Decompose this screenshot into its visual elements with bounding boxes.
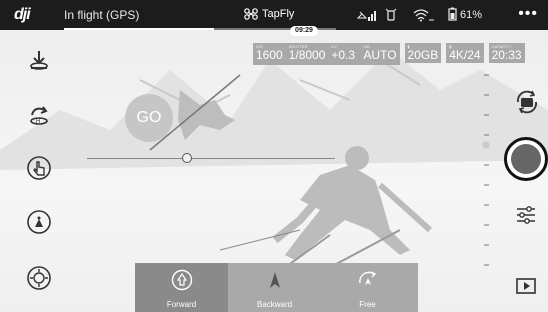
takeoff-land-button[interactable] [24, 46, 54, 76]
shutter-setting[interactable]: SHUTTER 1/8000 [288, 43, 326, 63]
mode-backward[interactable]: Backward [228, 263, 321, 312]
video-resolution[interactable]: ▮ 4K/24 [446, 43, 484, 63]
drone-icon [244, 8, 258, 20]
remote-controller-icon[interactable] [385, 8, 397, 26]
map-pin-icon [27, 210, 51, 234]
flight-time: 09:29 [290, 26, 318, 36]
tap-gesture-button[interactable] [24, 153, 54, 183]
navigation-button[interactable] [24, 263, 54, 293]
wifi-icon[interactable] [413, 8, 435, 26]
battery-icon [448, 7, 457, 21]
takeoff-land-icon [30, 51, 48, 70]
flight-status[interactable]: In flight (GPS) [64, 7, 139, 23]
ev-value: +0.3 [331, 48, 356, 62]
tap-gesture-icon [27, 156, 51, 180]
battery-percent: 61% [460, 9, 483, 21]
camera-switch-button[interactable] [513, 88, 541, 116]
backward-icon [270, 272, 280, 288]
exposure-settings[interactable]: ISO 1600 SHUTTER 1/8000 EV +0.3 WB AUTO [253, 43, 400, 65]
mode-title-label: TapFly [262, 8, 295, 20]
tapfly-mode-title[interactable]: TapFly [244, 6, 294, 22]
more-menu-button[interactable]: ••• [518, 6, 538, 22]
ev-setting[interactable]: EV +0.3 [331, 43, 358, 63]
mode-backward-label: Backward [256, 300, 293, 309]
camera-settings-button[interactable] [512, 201, 540, 229]
go-button[interactable]: GO [125, 94, 173, 142]
playback-icon [516, 278, 536, 294]
mode-free[interactable]: Free [321, 263, 414, 312]
forward-icon [171, 269, 193, 291]
recording-capacity: CAPACITY 20:33 [488, 43, 525, 63]
capacity-value: 20:33 [491, 48, 522, 62]
battery-indicator[interactable]: 61% [448, 7, 482, 23]
camera-switch-icon [517, 90, 537, 114]
speed-slider-handle[interactable] [182, 153, 192, 163]
settings-sliders-icon [517, 206, 535, 224]
shutter-button[interactable] [504, 137, 548, 181]
iso-setting[interactable]: ISO 1600 [256, 43, 283, 63]
svg-text:H: H [36, 119, 40, 125]
iso-value: 1600 [256, 48, 283, 62]
storage-indicator[interactable]: ▮ 20GB [404, 43, 442, 63]
dji-logo: dji [14, 6, 31, 23]
playback-button[interactable] [512, 272, 540, 300]
mode-free-label: Free [359, 300, 376, 309]
resolution-value: 4K/24 [449, 48, 481, 62]
shutter-button-core [511, 144, 541, 174]
storage-value: 20GB [407, 48, 439, 62]
shutter-value: 1/8000 [288, 48, 326, 62]
top-status-bar: dji In flight (GPS) TapFly 61% ••• [0, 0, 548, 30]
return-home-icon: H [30, 106, 48, 125]
map-pin-button[interactable] [24, 207, 54, 237]
navigation-icon [27, 266, 51, 290]
wb-setting[interactable]: WB AUTO [363, 43, 397, 63]
mission-progress-fill [64, 28, 214, 30]
return-home-button[interactable]: H [24, 101, 54, 131]
tapfly-mode-selector: Forward Backward Free [135, 263, 418, 312]
speed-slider-track[interactable] [87, 158, 335, 159]
wb-value: AUTO [363, 48, 397, 62]
mode-forward[interactable]: Forward [135, 263, 228, 312]
mode-forward-label: Forward [166, 300, 197, 309]
satellite-signal-icon[interactable] [356, 8, 378, 26]
exposure-scale [482, 74, 490, 266]
camera-view[interactable]: dji In flight (GPS) TapFly 61% ••• 09:29… [0, 0, 548, 312]
free-icon [359, 271, 377, 285]
